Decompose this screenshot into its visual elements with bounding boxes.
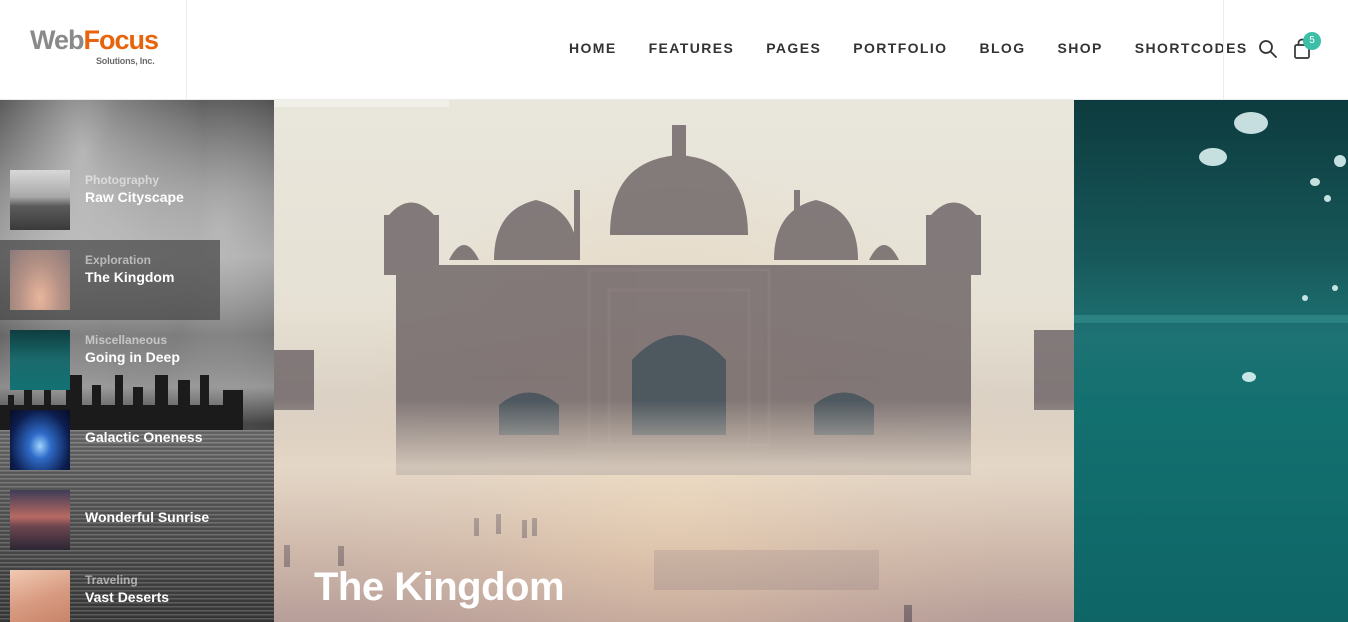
thumb-image (10, 330, 70, 390)
slider-thumb-item[interactable]: Traveling Vast Deserts (0, 560, 220, 622)
thumb-title: Vast Deserts (85, 589, 170, 605)
thumb-image (10, 490, 70, 550)
thumb-category: Exploration (85, 253, 152, 267)
thumb-image (10, 570, 70, 622)
cart-count-badge[interactable]: 5 (1303, 32, 1321, 50)
thumb-image (10, 250, 70, 310)
thumb-image (10, 170, 70, 230)
bubble (1242, 372, 1256, 382)
slider-thumb-item[interactable]: Photography Raw Cityscape (0, 160, 220, 240)
nav-item-home[interactable]: HOME (569, 40, 617, 56)
thumb-category: Miscellaneous (85, 333, 168, 347)
thumb-title: The Kingdom (85, 269, 175, 285)
bubble (1234, 112, 1268, 134)
logo-text-web: Web (30, 25, 85, 55)
bubble (1332, 285, 1338, 291)
slide-progress-bar (274, 100, 449, 107)
thumb-title: Raw Cityscape (85, 189, 184, 205)
slider-thumbs-panel: Photography Raw Cityscape Exploration Th… (0, 100, 274, 622)
slider-thumb-item[interactable]: Wonderful Sunrise (0, 480, 220, 560)
thumb-category: Photography (85, 173, 159, 187)
nav-item-features[interactable]: FEATURES (649, 40, 735, 56)
main-nav: HOME FEATURES PAGES PORTFOLIO BLOG SHOP … (569, 40, 1248, 56)
slide-title: The Kingdom (314, 565, 565, 609)
thumb-category: Traveling (85, 573, 138, 587)
search-icon[interactable] (1258, 39, 1278, 59)
bubble (1324, 195, 1331, 202)
logo-container[interactable]: WebFocus Solutions, Inc. (0, 0, 187, 100)
thumb-title: Wonderful Sunrise (85, 509, 210, 525)
slider-thumb-item[interactable]: Miscellaneous Going in Deep (0, 320, 220, 400)
bubble (1199, 148, 1227, 166)
main-slide-image[interactable]: The Kingdom (274, 100, 1074, 622)
nav-item-pages[interactable]: PAGES (766, 40, 821, 56)
nav-item-blog[interactable]: BLOG (979, 40, 1025, 56)
nav-item-portfolio[interactable]: PORTFOLIO (853, 40, 947, 56)
thumb-image (10, 410, 70, 470)
bubble (1310, 178, 1320, 186)
logo-tagline: Solutions, Inc. (96, 56, 155, 66)
logo-text-focus: Focus (83, 25, 160, 55)
bubble (1302, 295, 1308, 301)
logo[interactable]: WebFocus (30, 25, 160, 55)
slider-thumb-item-active[interactable]: Exploration The Kingdom (0, 240, 220, 320)
header-tools: 5 (1223, 0, 1348, 100)
thumb-title: Going in Deep (85, 349, 180, 365)
water-surface (1074, 315, 1348, 323)
nav-item-shop[interactable]: SHOP (1058, 40, 1103, 56)
slider-thumb-item[interactable]: Galactic Oneness (0, 400, 220, 480)
next-slide-image[interactable] (1074, 100, 1348, 622)
thumb-title: Galactic Oneness (85, 429, 203, 445)
bubble (1334, 155, 1346, 167)
site-header: WebFocus Solutions, Inc. HOME FEATURES P… (0, 0, 1348, 100)
